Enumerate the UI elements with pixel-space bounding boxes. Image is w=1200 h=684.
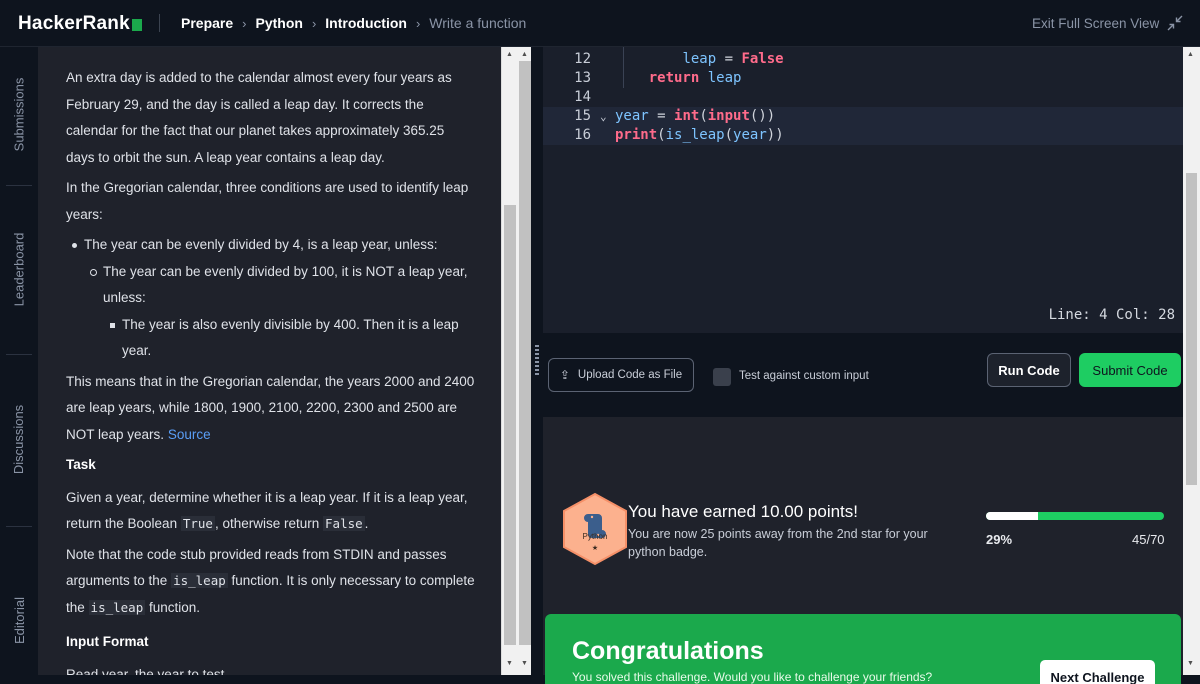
hackerrank-logo[interactable]: HackerRank [18, 13, 142, 35]
list-item: The year can be evenly divided by 100, i… [66, 259, 476, 312]
top-bar: HackerRank Prepare › Python › Introducti… [0, 0, 1200, 47]
exit-fullscreen-link[interactable]: Exit Full Screen View [1032, 16, 1159, 31]
code-text: year = int(input()) [615, 108, 776, 124]
list-item: The year can be evenly divided by 4, is … [66, 232, 476, 259]
divider [6, 526, 32, 527]
upload-code-button[interactable]: ⇪ Upload Code as File [548, 358, 694, 392]
scrollbar-thumb[interactable] [519, 61, 531, 645]
line-number: 14 [574, 89, 591, 105]
progress-ratio: 45/70 [1132, 532, 1165, 547]
custom-input-label[interactable]: Test against custom input [739, 370, 869, 382]
congrats-subtext: You solved this challenge. Would you lik… [572, 670, 933, 684]
breadcrumb-prepare[interactable]: Prepare [181, 15, 233, 31]
code-line[interactable]: 16 print(is_leap(year)) [543, 126, 1183, 145]
submit-code-button[interactable]: Submit Code [1079, 353, 1181, 387]
tab-submissions[interactable]: Submissions [6, 64, 32, 164]
source-link[interactable]: Source [168, 427, 211, 442]
scroll-down-icon[interactable]: ▼ [1187, 660, 1194, 667]
conditions-list: The year can be evenly divided by 4, is … [66, 232, 476, 365]
intro-text: An extra day is added to the calendar al… [66, 70, 452, 165]
scroll-down-icon[interactable]: ▼ [521, 660, 528, 667]
divider [6, 185, 32, 186]
tab-editorial[interactable]: Editorial [6, 570, 32, 670]
conditions-intro: In the Gregorian calendar, three conditi… [66, 180, 469, 222]
next-challenge-button[interactable]: Next Challenge [1040, 660, 1155, 684]
tab-discussions[interactable]: Discussions [6, 389, 32, 489]
input-format-heading: Input Format [66, 634, 149, 649]
scrollbar-thumb[interactable] [1186, 173, 1197, 485]
summary-text: This means that in the Gregorian calenda… [66, 373, 475, 442]
upload-icon: ⇪ [559, 368, 570, 382]
chevron-right-icon: › [415, 15, 421, 31]
line-number: 16 [574, 127, 591, 143]
python-badge-icon [563, 492, 627, 566]
code-editor[interactable]: 12 leap = False 13 return leap 14 15 ⌄ year =… [543, 47, 1183, 333]
task-text: Given a year, determine whether it is a … [66, 489, 468, 531]
code-text: return leap [648, 70, 742, 86]
code-text: leap = False [682, 51, 784, 67]
progress-fill [986, 512, 1038, 520]
congrats-banner: Congratulations You solved this challeng… [545, 614, 1181, 684]
points-earned: You have earned 10.00 points! [628, 502, 859, 521]
progress-percent: 29% [986, 532, 1013, 547]
breadcrumb-introduction[interactable]: Introduction [325, 15, 407, 31]
side-rail: Submissions Leaderboard Discussions Edit… [0, 47, 38, 675]
scroll-down-icon[interactable]: ▼ [506, 660, 513, 667]
results-panel: Python ★ You have earned 10.00 points! Y… [543, 417, 1183, 684]
task-heading: Task [66, 457, 96, 472]
custom-input-checkbox[interactable] [713, 368, 731, 386]
page-scrollbar[interactable]: ▲ ▼ [1183, 47, 1200, 675]
scrollbar-thumb[interactable] [504, 205, 516, 645]
badge-label: Python [582, 532, 608, 541]
indent-guide [623, 47, 624, 88]
editor-status: Line: 4 Col: 28 [543, 297, 1183, 333]
pane-splitter[interactable] [531, 47, 543, 675]
shrink-icon[interactable] [1166, 14, 1184, 32]
breadcrumb: Prepare › Python › Introduction › Write … [181, 15, 526, 31]
code-line[interactable]: 14 [543, 88, 1183, 107]
list-item: The year is also evenly divisible by 400… [66, 312, 476, 365]
problem-scrollbar[interactable]: ▲ ▼ ▲ ▼ [501, 47, 531, 675]
line-number: 13 [574, 70, 591, 86]
scroll-up-icon[interactable]: ▲ [506, 51, 513, 58]
star-icon: ★ [591, 545, 599, 552]
fold-chevron-icon[interactable]: ⌄ [600, 107, 607, 126]
badge-progress-bar [986, 512, 1164, 520]
code-text: print(is_leap(year)) [615, 127, 784, 143]
code-line[interactable]: 13 return leap [543, 69, 1183, 88]
points-subtext: You are now 25 points away from the 2nd … [628, 527, 928, 559]
line-number: 15 [574, 108, 591, 124]
chevron-right-icon: › [311, 15, 317, 31]
breadcrumb-python[interactable]: Python [256, 15, 303, 31]
chevron-right-icon: › [242, 15, 247, 31]
line-number: 12 [574, 51, 591, 67]
scroll-up-icon[interactable]: ▲ [1187, 51, 1194, 58]
note-text: Note that the code stub provided reads f… [66, 546, 475, 615]
scroll-up-icon[interactable]: ▲ [521, 51, 528, 58]
code-line[interactable]: 12 leap = False [543, 50, 1183, 69]
editor-actions: ⇪ Upload Code as File Test against custo… [543, 333, 1183, 417]
drag-handle-icon[interactable] [535, 345, 539, 375]
breadcrumb-current: Write a function [429, 15, 527, 31]
tab-leaderboard[interactable]: Leaderboard [6, 219, 32, 319]
code-line[interactable]: 15 ⌄ year = int(input()) [543, 107, 1183, 126]
run-code-button[interactable]: Run Code [987, 353, 1071, 387]
problem-statement: An extra day is added to the calendar al… [38, 47, 501, 675]
divider [159, 14, 160, 32]
cursor-position: Line: 4 Col: 28 [1048, 307, 1175, 323]
input-format-text: Read year, the year to test. [66, 666, 229, 676]
divider [6, 354, 32, 355]
logo-block-icon [131, 18, 142, 31]
congrats-title: Congratulations [572, 637, 764, 665]
